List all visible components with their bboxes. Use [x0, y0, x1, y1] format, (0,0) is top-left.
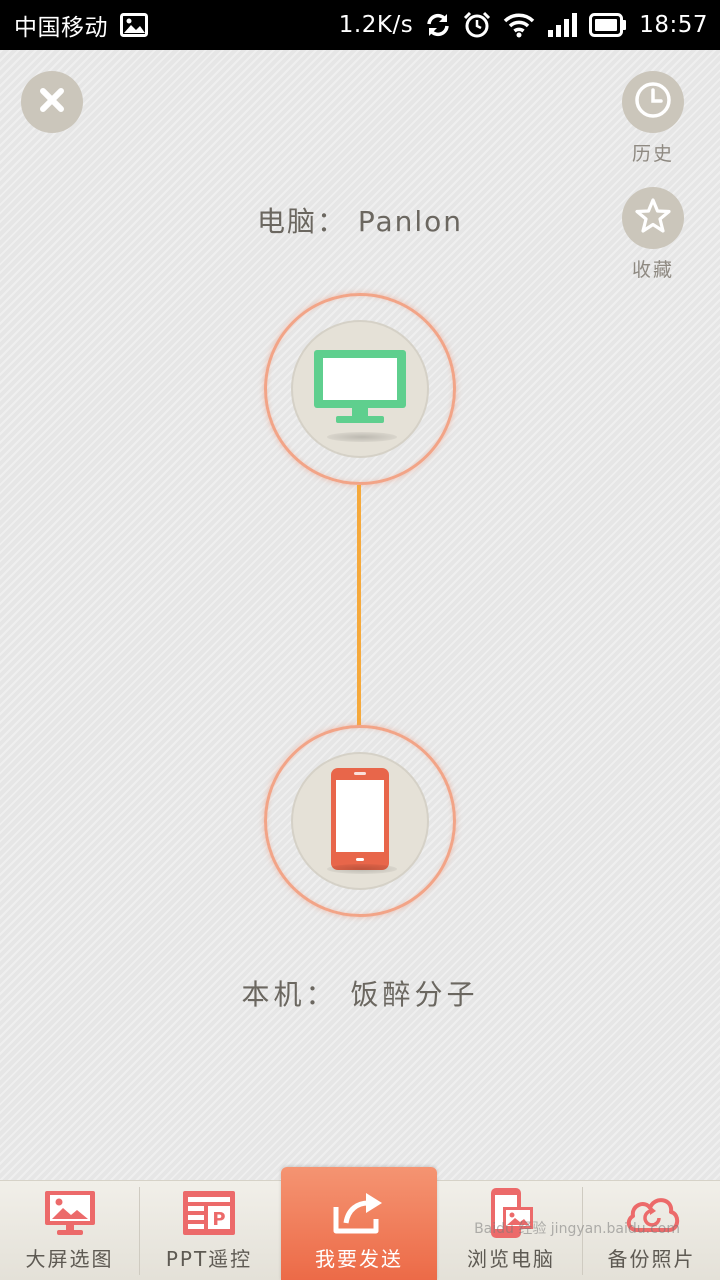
sync-icon — [425, 12, 451, 38]
tab-label: 浏览电脑 — [467, 1247, 555, 1271]
phone-node-inner — [291, 752, 429, 890]
ppt-icon: P — [182, 1189, 236, 1237]
picture-screen-icon — [43, 1189, 97, 1237]
tab-send[interactable]: 我要发送 — [281, 1167, 437, 1280]
pc-shadow — [327, 432, 397, 442]
pc-node-inner — [291, 320, 429, 458]
carrier-name: 中国移动 — [14, 15, 108, 41]
tab-label: 大屏选图 — [25, 1247, 114, 1271]
close-icon — [37, 85, 67, 119]
phone-node[interactable] — [264, 725, 456, 917]
svg-text:P: P — [212, 1209, 225, 1230]
pc-name-label: 电脑： Panlon — [256, 205, 464, 238]
battery-icon — [589, 13, 627, 37]
watermark: Baidu 经验 jingyan.baidu.com — [474, 1221, 680, 1237]
tab-ppt-remote[interactable]: P PPT遥控 — [140, 1181, 278, 1280]
signal-icon — [547, 12, 578, 38]
status-bar: 中国移动 1.2K/s 18:57 — [0, 0, 720, 50]
tab-label: 备份照片 — [607, 1247, 696, 1271]
tab-label: 我要发送 — [315, 1247, 403, 1271]
history-icon-circle — [622, 71, 684, 133]
alarm-icon — [463, 11, 491, 39]
connection-line — [357, 485, 361, 728]
tab-label: PPT遥控 — [165, 1247, 253, 1271]
history-button[interactable]: 历史 — [622, 71, 684, 166]
phone-shadow — [327, 864, 397, 874]
local-device-label: 本机： 饭醉分子 — [241, 978, 479, 1011]
favorites-label: 收藏 — [631, 259, 674, 281]
pc-node[interactable] — [264, 293, 456, 485]
clock: 18:57 — [639, 12, 708, 38]
close-button[interactable] — [21, 71, 83, 133]
image-icon — [120, 13, 148, 37]
wifi-icon — [503, 12, 535, 38]
send-icon — [332, 1189, 386, 1237]
history-label: 历史 — [631, 143, 674, 165]
clock-icon — [633, 80, 673, 124]
phone-icon — [330, 767, 390, 875]
network-speed: 1.2K/s — [338, 12, 414, 38]
tab-big-screen-photos[interactable]: 大屏选图 — [0, 1181, 139, 1280]
monitor-icon — [312, 348, 408, 430]
